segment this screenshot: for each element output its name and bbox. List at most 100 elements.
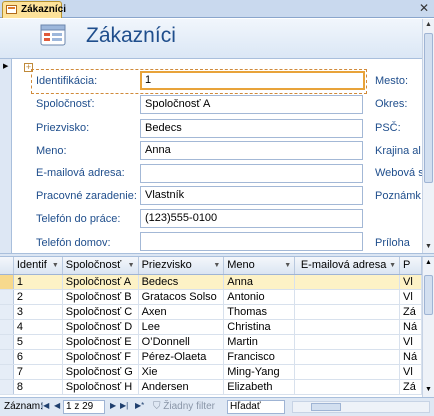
table-cell[interactable]: Ná <box>399 349 422 365</box>
table-cell[interactable]: Spoločnosť F <box>62 349 139 365</box>
record-selector[interactable]: ▶ <box>0 59 12 255</box>
close-icon[interactable]: ✕ <box>417 1 431 15</box>
row-selector[interactable] <box>0 274 14 290</box>
dropdown-arrow-icon[interactable]: ▼ <box>284 262 291 269</box>
table-cell[interactable]: Pérez-Olaeta <box>138 349 225 365</box>
field-spolocnost[interactable]: Spoločnosť A <box>140 95 363 114</box>
field-pracovne-zaradenie[interactable]: Vlastník <box>140 186 363 205</box>
search-input[interactable]: Hľadať <box>227 400 285 414</box>
table-cell[interactable]: Christina <box>223 319 296 335</box>
scroll-thumb[interactable] <box>424 275 433 315</box>
nav-new-icon[interactable]: ▶* <box>135 401 144 410</box>
horizontal-scrollbar[interactable] <box>292 401 430 413</box>
table-cell[interactable]: Spoločnosť D <box>62 319 139 335</box>
table-row[interactable]: 1 Spoločnosť A Bedecs Anna Vl <box>0 274 422 290</box>
scroll-up-icon[interactable]: ▲ <box>423 19 434 31</box>
table-cell[interactable]: Anna <box>223 274 296 290</box>
table-cell[interactable] <box>294 334 401 350</box>
table-cell[interactable] <box>294 349 401 365</box>
table-row[interactable]: 4 Spoločnosť D Lee Christina Ná <box>0 319 422 335</box>
table-cell[interactable]: 5 <box>13 334 63 350</box>
table-row[interactable]: 7 Spoločnosť G Xie Ming-Yang Vl <box>0 364 422 380</box>
table-cell[interactable]: Spoločnosť H <box>62 379 139 395</box>
dropdown-arrow-icon[interactable]: ▼ <box>52 262 59 269</box>
column-header[interactable]: E-mailová adresa ▼ <box>294 257 401 275</box>
row-selector[interactable] <box>0 364 14 380</box>
scroll-down-icon[interactable]: ▼ <box>423 384 434 396</box>
detail-vertical-scrollbar[interactable]: ▲ ▼ <box>422 19 434 255</box>
row-selector[interactable] <box>0 349 14 365</box>
table-cell[interactable]: Vl <box>399 364 422 380</box>
table-cell[interactable]: Martin <box>223 334 296 350</box>
row-selector[interactable] <box>0 379 14 395</box>
nav-next-icon[interactable]: ▶ <box>110 401 116 410</box>
table-cell[interactable] <box>294 304 401 320</box>
row-selector[interactable] <box>0 319 14 335</box>
field-telefon-praca[interactable]: (123)555-0100 <box>140 209 363 228</box>
table-cell[interactable]: Vl <box>399 274 422 290</box>
table-cell[interactable]: Andersen <box>138 379 225 395</box>
table-row[interactable]: 2 Spoločnosť B Gratacos Solso Antonio Vl <box>0 289 422 305</box>
table-cell[interactable]: Xie <box>138 364 225 380</box>
scroll-down-icon[interactable]: ▼ <box>423 241 434 253</box>
tab-zakaznici[interactable]: Zákazníci <box>2 1 66 18</box>
table-cell[interactable]: O’Donnell <box>138 334 225 350</box>
table-cell[interactable]: Francisco <box>223 349 296 365</box>
table-cell[interactable] <box>294 289 401 305</box>
table-cell[interactable]: Lee <box>138 319 225 335</box>
record-number-input[interactable]: 1 z 29 <box>63 400 105 414</box>
table-cell[interactable] <box>294 319 401 335</box>
column-header[interactable]: Spoločnosť ▼ <box>62 257 139 275</box>
table-row[interactable]: 3 Spoločnosť C Axen Thomas Zá <box>0 304 422 320</box>
table-cell[interactable]: 1 <box>13 274 63 290</box>
field-priezvisko[interactable]: Bedecs <box>140 119 363 138</box>
table-row[interactable]: 5 Spoločnosť E O’Donnell Martin Vl <box>0 334 422 350</box>
table-cell[interactable]: Axen <box>138 304 225 320</box>
row-selector[interactable] <box>0 304 14 320</box>
table-cell[interactable]: Elizabeth <box>223 379 296 395</box>
dropdown-arrow-icon[interactable]: ▼ <box>213 262 220 269</box>
table-cell[interactable]: Spoločnosť C <box>62 304 139 320</box>
table-cell[interactable]: Zá <box>399 379 422 395</box>
table-cell[interactable]: Ná <box>399 319 422 335</box>
table-cell[interactable]: Spoločnosť A <box>62 274 139 290</box>
row-selector[interactable] <box>0 289 14 305</box>
table-cell[interactable]: Spoločnosť B <box>62 289 139 305</box>
dropdown-arrow-icon[interactable]: ▼ <box>389 262 396 269</box>
table-cell[interactable]: Ming-Yang <box>223 364 296 380</box>
table-cell[interactable]: Bedecs <box>138 274 225 290</box>
nav-last-icon[interactable]: ▶| <box>120 401 128 410</box>
row-selector[interactable] <box>0 334 14 350</box>
filter-indicator[interactable]: ⛉ Žiadny filter <box>153 401 215 412</box>
table-cell[interactable]: Spoločnosť E <box>62 334 139 350</box>
field-email[interactable] <box>140 164 363 183</box>
table-cell[interactable] <box>294 364 401 380</box>
table-cell[interactable]: 7 <box>13 364 63 380</box>
column-header[interactable]: Identif ▼ <box>13 257 63 275</box>
scroll-thumb[interactable] <box>311 403 341 411</box>
table-cell[interactable]: 8 <box>13 379 63 395</box>
table-cell[interactable]: Vl <box>399 334 422 350</box>
table-cell[interactable]: Zá <box>399 304 422 320</box>
nav-first-icon[interactable]: |◀ <box>41 401 49 410</box>
table-cell[interactable]: Spoločnosť G <box>62 364 139 380</box>
table-cell[interactable]: 2 <box>13 289 63 305</box>
datasheet-vertical-scrollbar[interactable]: ▲ ▼ <box>422 257 434 397</box>
scroll-up-icon[interactable]: ▲ <box>423 257 434 269</box>
table-row[interactable]: 6 Spoločnosť F Pérez-Olaeta Francisco Ná <box>0 349 422 365</box>
field-telefon-domov[interactable] <box>140 232 363 251</box>
dropdown-arrow-icon[interactable]: ▼ <box>128 262 135 269</box>
nav-prev-icon[interactable]: ◀ <box>54 401 60 410</box>
table-cell[interactable]: Vl <box>399 289 422 305</box>
column-header[interactable]: P <box>399 257 422 275</box>
column-header[interactable]: Meno ▼ <box>223 257 296 275</box>
field-meno[interactable]: Anna <box>140 141 363 160</box>
table-cell[interactable] <box>294 274 401 290</box>
table-cell[interactable]: 6 <box>13 349 63 365</box>
select-all-cell[interactable] <box>0 257 14 275</box>
table-cell[interactable] <box>294 379 401 395</box>
table-cell[interactable]: Thomas <box>223 304 296 320</box>
field-identifikacia[interactable]: 1 <box>140 71 365 90</box>
table-cell[interactable]: Antonio <box>223 289 296 305</box>
column-header[interactable]: Priezvisko ▼ <box>138 257 225 275</box>
